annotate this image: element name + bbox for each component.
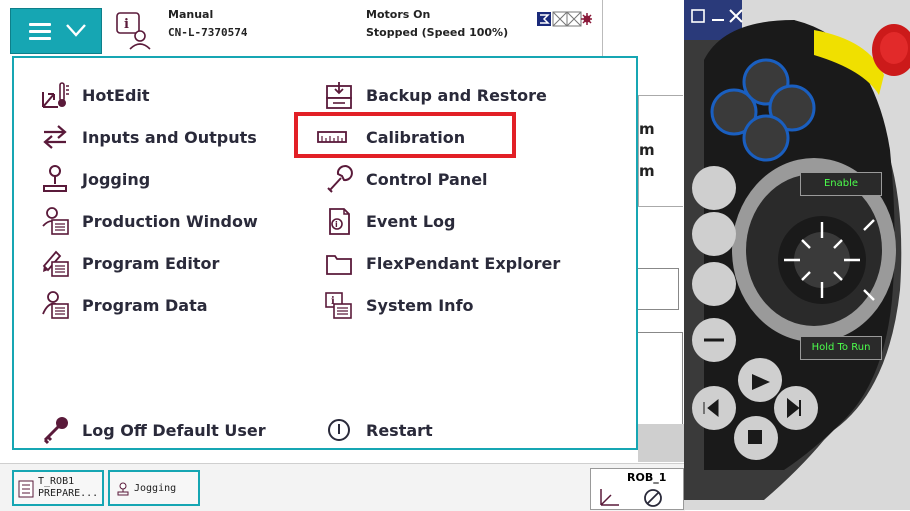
program-icon: [18, 480, 34, 498]
production-window-icon: [42, 207, 69, 235]
folder-icon: [326, 255, 352, 275]
pendant-body: [684, 0, 910, 510]
menu-item-backup-restore[interactable]: Backup and Restore: [324, 78, 547, 112]
jogging-small-icon: [117, 482, 129, 496]
mode-label: Manual: [168, 8, 214, 21]
program-data-icon: [42, 291, 69, 319]
restart-button[interactable]: Restart: [324, 413, 433, 447]
close-window-area[interactable]: [602, 0, 683, 56]
menu-item-event-log[interactable]: i Event Log: [324, 204, 455, 238]
background-field: [638, 332, 683, 426]
menu-item-program-data[interactable]: Program Data: [40, 288, 208, 322]
menu-item-inputs-outputs[interactable]: Inputs and Outputs: [40, 120, 257, 154]
menu-item-flexpendant-explorer[interactable]: FlexPendant Explorer: [324, 246, 560, 280]
hamburger-icon: [29, 23, 51, 41]
window-controls-icon[interactable]: [690, 8, 744, 28]
chevron-down-icon: [66, 24, 86, 37]
motors-status: Motors On: [366, 8, 431, 21]
menu-item-control-panel[interactable]: Control Panel: [324, 162, 488, 196]
menu-item-hotedit[interactable]: HotEdit: [40, 78, 150, 112]
menu-item-system-info[interactable]: i System Info: [324, 288, 474, 322]
restart-icon: [328, 419, 350, 441]
backup-restore-icon: [326, 82, 352, 109]
calibration-highlight-box: [294, 112, 516, 158]
task-jogging[interactable]: Jogging: [108, 470, 200, 506]
log-off-button[interactable]: Log Off Default User: [40, 413, 266, 447]
task1-name: T_ROB1: [38, 476, 75, 487]
event-log-icon: i: [329, 208, 350, 235]
tool-icon: [644, 489, 662, 507]
control-panel-icon: [327, 165, 353, 193]
quickset-status-icons[interactable]: [536, 10, 592, 28]
menu-item-program-editor[interactable]: Program Editor: [40, 246, 219, 280]
operator-info-icon[interactable]: i: [114, 11, 154, 51]
inputs-outputs-icon: [43, 125, 67, 149]
enable-button[interactable]: Enable: [800, 172, 882, 196]
hotedit-icon: [42, 82, 69, 108]
system-info-icon: i: [325, 292, 352, 319]
program-editor-icon: [42, 250, 69, 277]
menu-item-jogging[interactable]: Jogging: [40, 162, 150, 196]
hold-to-run-button[interactable]: Hold To Run: [800, 336, 882, 360]
menu-item-production-window[interactable]: Production Window: [40, 204, 258, 238]
key-icon: [43, 417, 68, 445]
flexpendant-device: Enable Hold To Run: [684, 0, 910, 510]
svg-text:i: i: [124, 17, 129, 32]
coordinate-axes-icon: [600, 489, 619, 506]
background-panel: m m m: [638, 95, 683, 207]
mechanical-unit-button[interactable]: ROB_1: [590, 468, 684, 510]
svg-text:i: i: [335, 220, 338, 229]
run-status: Stopped (Speed 100%): [366, 26, 509, 39]
task-t-rob1[interactable]: T_ROB1 PREPARE...: [12, 470, 104, 506]
controller-name: CN-L-7370574: [168, 26, 248, 39]
jogging-icon: [43, 165, 67, 192]
main-menu-button[interactable]: [10, 8, 102, 54]
background-bar: [638, 424, 684, 462]
task1-status: PREPARE...: [38, 488, 99, 499]
background-button: [638, 268, 679, 310]
